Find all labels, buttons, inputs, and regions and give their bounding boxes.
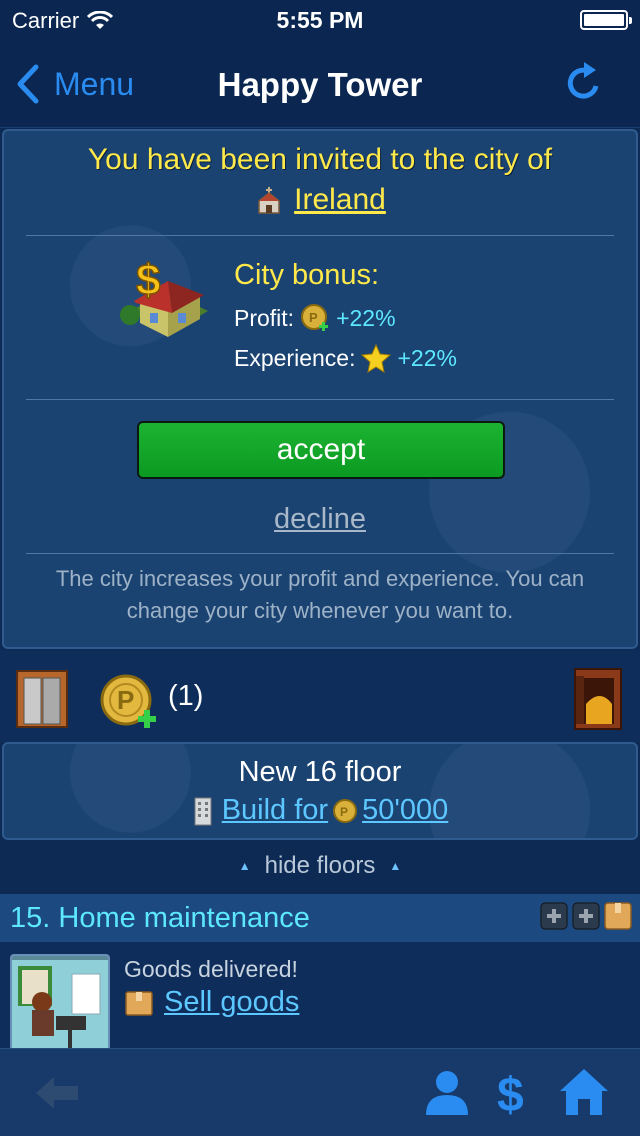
plus-icon[interactable]: [540, 902, 568, 930]
home-icon[interactable]: [558, 1067, 610, 1117]
divider: [26, 553, 614, 554]
elevator-icon[interactable]: [16, 670, 68, 728]
status-bar: Carrier 5:55 PM: [0, 0, 640, 40]
box-icon[interactable]: [604, 902, 632, 930]
decline-link[interactable]: decline: [4, 503, 636, 536]
svg-text:P: P: [117, 685, 134, 715]
svg-text:P: P: [309, 310, 318, 325]
hide-floors-toggle[interactable]: ▲ hide floors ▲: [0, 852, 640, 880]
box-icon: [125, 990, 153, 1016]
floor-tools: [540, 902, 632, 930]
coin-icon: P: [333, 798, 358, 823]
tab-bar: $: [0, 1048, 640, 1136]
city-invite-panel: You have been invited to the city of Ire…: [2, 129, 638, 649]
experience-label: Experience:: [234, 344, 356, 371]
accept-button[interactable]: accept: [137, 421, 505, 479]
floor-header[interactable]: 15. Home maintenance: [0, 894, 640, 942]
building-icon: [194, 797, 212, 825]
triangle-up-icon: ▲: [238, 859, 251, 873]
coin-icon[interactable]: P: [100, 674, 158, 728]
svg-text:$: $: [497, 1069, 524, 1119]
floor-name: 15. Home maintenance: [10, 902, 310, 934]
triangle-up-icon: ▲: [389, 859, 402, 873]
build-floor-link[interactable]: Build for P 50'000: [222, 794, 449, 827]
build-row: Build for P 50'000: [4, 794, 636, 827]
tool-row: P (1): [0, 650, 640, 742]
sell-row: Sell goods: [124, 986, 299, 1019]
house-dollar-icon: $: [120, 255, 208, 337]
navigation-bar: Menu Happy Tower: [0, 40, 640, 128]
profit-label: Profit:: [234, 304, 295, 331]
floor-row: Goods delivered! Sell goods: [0, 942, 640, 1048]
city-bonus-title: City bonus:: [234, 259, 380, 291]
hide-floors-label: hide floors: [264, 852, 376, 879]
status-time: 5:55 PM: [276, 7, 364, 33]
sell-goods-link[interactable]: Sell goods: [164, 986, 299, 1019]
profit-row: Profit: P +22%: [234, 303, 396, 333]
divider: [26, 235, 614, 236]
salon-scene-icon: [12, 956, 108, 1048]
dollar-icon[interactable]: $: [496, 1067, 532, 1119]
coin-count: (1): [168, 680, 204, 712]
divider: [26, 399, 614, 400]
page-title: Happy Tower: [217, 66, 423, 103]
city-link[interactable]: Ireland: [294, 183, 386, 217]
experience-row: Experience: +22%: [234, 343, 457, 373]
build-label: Build for: [221, 794, 329, 826]
vault-icon[interactable]: [574, 668, 622, 730]
build-price: 50'000: [362, 794, 449, 826]
invite-title: You have been invited to the city of: [87, 143, 553, 176]
profit-value: +22%: [336, 304, 396, 331]
new-floor-panel: New 16 floor Build for P 50'000: [2, 742, 638, 840]
svg-text:$: $: [136, 256, 160, 305]
refresh-icon[interactable]: [564, 60, 604, 104]
invite-note: The city increases your profit and exper…: [55, 566, 585, 623]
floor-thumbnail[interactable]: [10, 954, 110, 1048]
user-icon[interactable]: [424, 1069, 470, 1117]
svg-text:P: P: [340, 805, 348, 819]
star-icon: [361, 343, 392, 373]
coin-plus-icon: P: [301, 304, 329, 331]
plus-icon[interactable]: [572, 902, 600, 930]
church-icon: [258, 187, 280, 214]
floor-status: Goods delivered!: [124, 956, 298, 982]
city-row: Ireland: [4, 183, 636, 217]
battery-icon: [580, 10, 632, 30]
back-arrow-icon[interactable]: [34, 1073, 80, 1113]
new-floor-title: New 16 floor: [238, 756, 402, 788]
experience-value: +22%: [397, 344, 457, 371]
